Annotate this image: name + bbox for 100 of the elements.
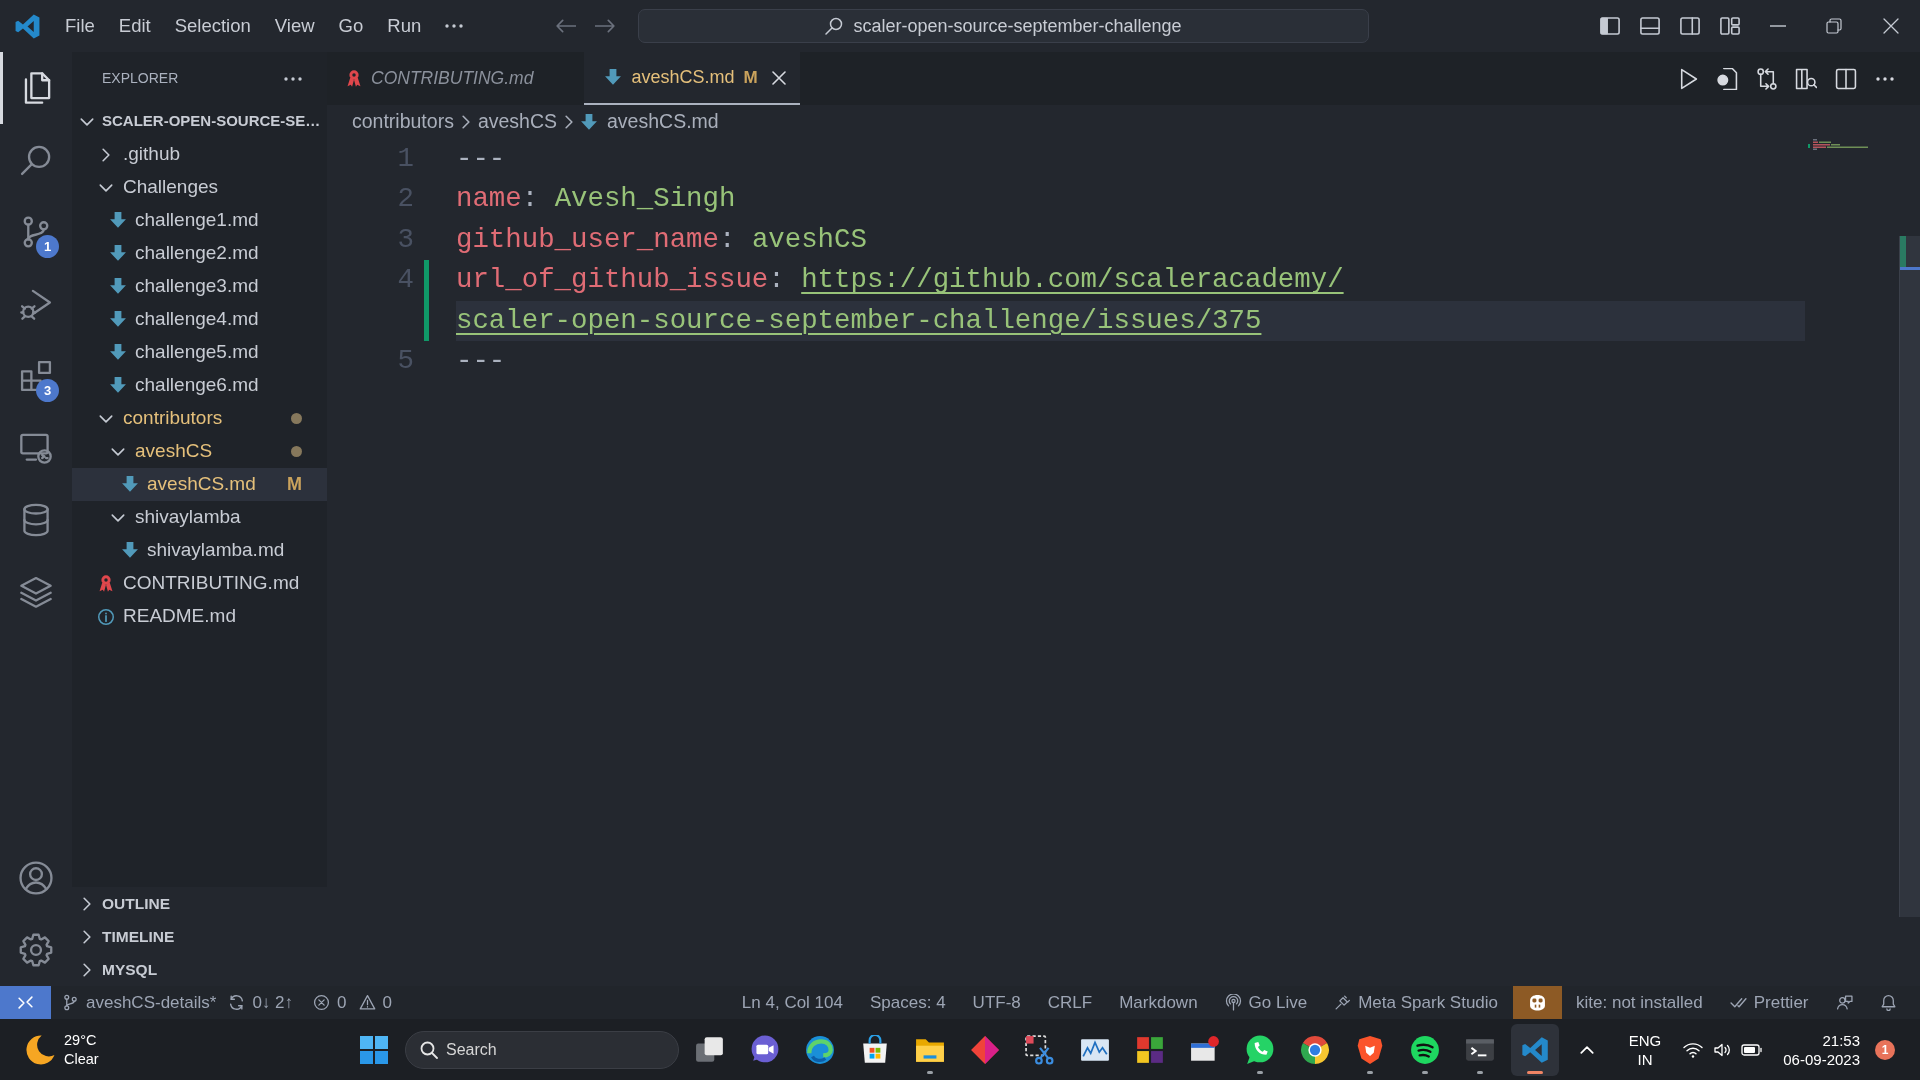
tree-item[interactable]: challenge3.md xyxy=(72,270,327,303)
restore-icon[interactable] xyxy=(1826,18,1842,34)
book-magnifier-icon[interactable] xyxy=(1795,67,1818,90)
section-header[interactable]: OUTLINE xyxy=(72,887,327,920)
section-header[interactable]: TIMELINE xyxy=(72,920,327,953)
document-circle-icon[interactable] xyxy=(1716,67,1739,90)
shield-icon[interactable] xyxy=(1355,1034,1385,1065)
close-icon[interactable] xyxy=(1883,18,1899,34)
arrow-left-icon[interactable] xyxy=(556,19,576,33)
region-code[interactable]: IN xyxy=(1637,1049,1653,1069)
tree-item[interactable]: SCALER-OPEN-SOURCE-SE… xyxy=(72,105,327,138)
compare-changes-icon[interactable] xyxy=(1755,67,1778,90)
language-code[interactable]: ENG xyxy=(1628,1030,1662,1050)
four-squares-icon[interactable] xyxy=(360,1035,388,1064)
menu-item[interactable]: Selection xyxy=(162,12,263,40)
chevron-right-icon[interactable] xyxy=(83,896,91,911)
more-icon[interactable] xyxy=(284,76,302,81)
tree-item[interactable]: challenge2.md xyxy=(72,237,327,270)
close-icon[interactable] xyxy=(771,70,786,85)
formatter-status[interactable]: Prettier xyxy=(1716,986,1822,1019)
tree-item[interactable]: .github xyxy=(72,138,327,171)
split-editor-icon[interactable] xyxy=(1834,67,1857,90)
volume-icon[interactable] xyxy=(1713,1041,1731,1058)
more-icon[interactable] xyxy=(1876,76,1895,81)
clock-date[interactable]: 06-09-2023 xyxy=(1783,1049,1860,1069)
sound-arcs-icon[interactable] xyxy=(1410,1034,1440,1065)
account-icon[interactable] xyxy=(19,861,53,895)
chevron-down-icon[interactable] xyxy=(111,447,125,456)
search-icon[interactable] xyxy=(19,143,53,177)
go-live-button[interactable]: Go Live xyxy=(1211,986,1321,1019)
status-item[interactable]: UTF-8 xyxy=(959,986,1035,1019)
warning-count[interactable]: 0 xyxy=(352,986,398,1019)
branch-status[interactable]: aveshCS-details* xyxy=(56,986,223,1019)
menu-item[interactable]: Run xyxy=(375,12,434,40)
chevron-down-icon[interactable] xyxy=(111,513,125,522)
video-camera-icon[interactable] xyxy=(750,1034,780,1065)
play-bug-icon[interactable] xyxy=(19,287,53,321)
menu-item[interactable]: View xyxy=(262,12,327,40)
assistant-button[interactable] xyxy=(1512,986,1562,1019)
search-field[interactable]: Search xyxy=(405,1030,679,1069)
four-tiles-icon[interactable] xyxy=(1135,1034,1165,1065)
more-icon[interactable] xyxy=(445,24,464,28)
remote-button[interactable] xyxy=(0,986,51,1019)
tree-item[interactable]: challenge5.md xyxy=(72,336,327,369)
status-item[interactable]: Markdown xyxy=(1105,986,1212,1019)
editor-tab[interactable]: CONTRIBUTING.md xyxy=(327,52,585,105)
overlapping-squares-icon[interactable] xyxy=(695,1034,725,1065)
menu-item[interactable]: File xyxy=(53,12,107,40)
breadcrumb-item[interactable]: aveshCS xyxy=(477,107,557,137)
status-item[interactable]: Ln 4, Col 104 xyxy=(728,986,857,1019)
tree-item[interactable]: aveshCS xyxy=(72,435,327,468)
command-center[interactable]: scaler-open-source-september-challenge xyxy=(638,9,1369,43)
chevron-down-icon[interactable] xyxy=(99,414,113,423)
swirl-icon[interactable] xyxy=(805,1034,835,1065)
breadcrumb-item[interactable]: aveshCS.md xyxy=(581,107,719,137)
tree-item[interactable]: README.md xyxy=(72,600,327,633)
layers-icon[interactable] xyxy=(19,575,53,609)
menu-item[interactable]: Edit xyxy=(106,12,163,40)
scissors-icon[interactable] xyxy=(1025,1034,1055,1065)
chevron-right-icon[interactable] xyxy=(102,147,110,162)
chevron-right-icon[interactable] xyxy=(83,929,91,944)
status-item[interactable]: CRLF xyxy=(1034,986,1106,1019)
wifi-icon[interactable] xyxy=(1683,1041,1703,1058)
plugin-status[interactable]: Meta Spark Studio xyxy=(1320,986,1512,1019)
status-item[interactable]: Spaces: 4 xyxy=(856,986,960,1019)
arrow-right-icon[interactable] xyxy=(595,19,615,33)
tree-item[interactable]: CONTRIBUTING.md xyxy=(72,567,327,600)
panel-left-icon[interactable] xyxy=(1600,17,1620,35)
error-count[interactable]: 0 xyxy=(307,986,353,1019)
settings-icon[interactable] xyxy=(19,933,53,967)
battery-icon[interactable] xyxy=(1741,1042,1762,1057)
diamond-icon[interactable] xyxy=(970,1034,1000,1065)
monitor-icon[interactable] xyxy=(19,431,53,465)
section-header[interactable]: MYSQL xyxy=(72,953,327,986)
status-item[interactable]: kite: not installed xyxy=(1562,986,1717,1019)
sync-status[interactable]: 0↓ 2↑ xyxy=(222,986,300,1019)
layout-grid-icon[interactable] xyxy=(1720,17,1740,35)
chevron-up-icon[interactable] xyxy=(1580,1045,1594,1054)
chevron-right-icon[interactable] xyxy=(83,962,91,977)
menu-item[interactable]: Go xyxy=(326,12,376,40)
clock-time[interactable]: 21:53 xyxy=(1822,1030,1860,1050)
phone-bubble-icon[interactable] xyxy=(1245,1034,1275,1065)
panel-bottom-icon[interactable] xyxy=(1640,17,1660,35)
tree-item[interactable]: aveshCS.md M xyxy=(72,468,327,501)
breadcrumb-item[interactable]: contributors xyxy=(352,107,454,137)
chevron-down-icon[interactable] xyxy=(80,117,94,126)
shopping-bag-icon[interactable] xyxy=(860,1034,890,1065)
blocks-icon[interactable] xyxy=(19,359,53,393)
segmented-circle-icon[interactable] xyxy=(1300,1034,1330,1065)
tree-item[interactable]: challenge6.md xyxy=(72,369,327,402)
tree-item[interactable]: challenge4.md xyxy=(72,303,327,336)
panel-right-icon[interactable] xyxy=(1680,17,1700,35)
tree-item[interactable]: contributors xyxy=(72,402,327,435)
scrollbar-thumb[interactable] xyxy=(1899,236,1920,917)
tree-item[interactable]: shivaylamba.md xyxy=(72,534,327,567)
tree-item[interactable]: challenge1.md xyxy=(72,204,327,237)
editor-tab[interactable]: aveshCS.md M xyxy=(584,52,800,105)
active-app-tile[interactable] xyxy=(1511,1023,1559,1076)
tree-item[interactable]: shivaylamba xyxy=(72,501,327,534)
tree-item[interactable]: Challenges xyxy=(72,171,327,204)
